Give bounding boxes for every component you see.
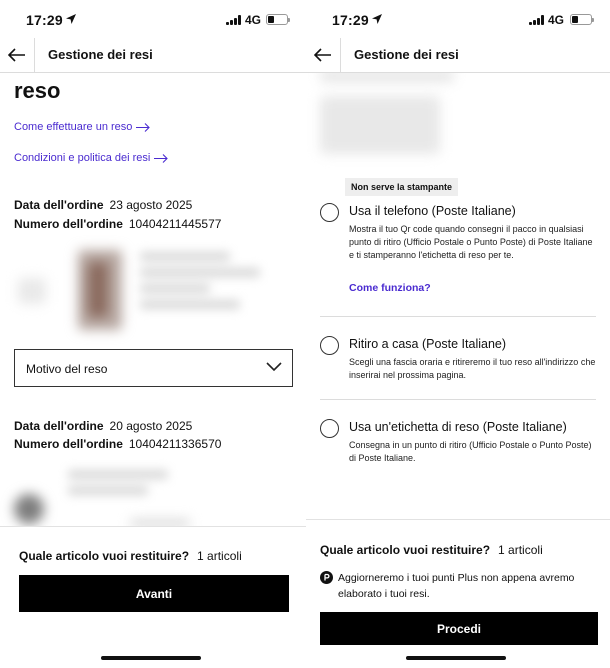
arrow-right-icon: [154, 153, 169, 163]
proceed-button[interactable]: Procedi: [320, 612, 598, 645]
section-heading: reso: [14, 78, 61, 103]
return-reason-value: Motivo del reso: [26, 362, 108, 376]
order-date-label: Data dell'ordine: [14, 419, 104, 433]
no-printer-badge: Non serve la stampante: [345, 178, 459, 196]
home-indicator: [101, 656, 201, 660]
location-arrow-icon: [66, 14, 76, 24]
page-title: Gestione dei resi: [48, 47, 153, 62]
return-policy-link-label: Condizioni e politica dei resi: [14, 152, 151, 164]
order-number-value: 10404211445577: [128, 217, 222, 231]
items-summary: Quale articolo vuoi restituire? 1 articol…: [19, 549, 242, 563]
radio-button[interactable]: [320, 203, 339, 222]
order-date-value: 20 agosto 2025: [109, 419, 193, 433]
return-policy-link[interactable]: Condizioni e politica dei resi: [14, 152, 169, 164]
order-number-label: Numero dell'ordine: [14, 437, 123, 451]
order-number-row: Numero dell'ordine 10404211336570: [14, 437, 221, 451]
bottom-sheet: Quale articolo vuoi restituire? 1 articol…: [306, 519, 610, 668]
product-details-blurred: [68, 470, 178, 502]
order-date-row: Data dell'ordine 20 agosto 2025: [14, 419, 192, 433]
how-to-return-link-label: Come effettuare un reso: [14, 121, 133, 133]
order-number-label: Numero dell'ordine: [14, 217, 123, 231]
option-title: Usa un'etichetta di reso (Poste Italiane…: [349, 420, 567, 434]
option-description: Scegli una fascia oraria e ritireremo il…: [349, 357, 596, 380]
page-title: Gestione dei resi: [354, 47, 459, 62]
divider: [320, 316, 596, 317]
option-description: Consegna in un punto di ritiro (Ufficio …: [349, 440, 592, 463]
back-button[interactable]: [306, 38, 341, 72]
order-date-label: Data dell'ordine: [14, 198, 104, 212]
next-button[interactable]: Avanti: [19, 575, 289, 612]
back-arrow-icon: [8, 48, 25, 62]
order-number-row: Numero dell'ordine 10404211445577: [14, 217, 221, 231]
items-question: Quale articolo vuoi restituire?: [320, 543, 491, 557]
items-count: 1 articoli: [197, 549, 242, 563]
order-number-value: 10404211336570: [128, 437, 222, 451]
return-option-home-pickup[interactable]: Ritiro a casa (Poste Italiane) Scegli un…: [320, 336, 596, 384]
divider: [320, 399, 596, 400]
product-image: [14, 494, 44, 524]
signal-icon: [226, 15, 241, 25]
option-description: Mostra il tuo Qr code quando consegni il…: [349, 224, 593, 260]
return-option-label[interactable]: Usa un'etichetta di reso (Poste Italiane…: [320, 419, 596, 467]
battery-icon: [570, 14, 594, 25]
battery-icon: [266, 14, 290, 25]
status-bar: 17:29 4G: [306, 0, 610, 40]
back-button[interactable]: [0, 38, 35, 72]
how-to-return-link[interactable]: Come effettuare un reso: [14, 121, 151, 133]
product-image-detail: [88, 262, 108, 317]
radio-button[interactable]: [320, 336, 339, 355]
order-date-value: 23 agosto 2025: [109, 198, 193, 212]
items-summary: Quale articolo vuoi restituire? 1 articol…: [320, 543, 543, 557]
how-it-works-link[interactable]: Come funziona?: [349, 282, 431, 294]
product-details-blurred: [140, 252, 270, 316]
return-reason-select[interactable]: Motivo del reso: [14, 349, 293, 387]
network-label: 4G: [548, 13, 565, 27]
status-time: 17:29: [26, 12, 63, 28]
right-screen: 17:29 4G Gestione dei resi Non serve la …: [306, 0, 610, 668]
header-bar: Gestione dei resi: [0, 38, 306, 73]
items-question: Quale articolo vuoi restituire?: [19, 549, 190, 563]
bottom-sheet: Quale articolo vuoi restituire? 1 articol…: [0, 526, 306, 668]
header-bar: Gestione dei resi: [306, 38, 610, 73]
blurred-image: [320, 96, 440, 154]
status-bar: 17:29 4G: [0, 0, 306, 40]
signal-icon: [529, 15, 544, 25]
option-title: Ritiro a casa (Poste Italiane): [349, 337, 507, 351]
location-arrow-icon: [372, 14, 382, 24]
items-count: 1 articoli: [498, 543, 543, 557]
plus-points-note: Aggiorneremo i tuoi punti Plus non appen…: [338, 572, 575, 600]
plus-points-icon: [320, 571, 333, 584]
arrow-right-icon: [136, 122, 151, 132]
order-date-row: Data dell'ordine 23 agosto 2025: [14, 198, 192, 212]
left-screen: 17:29 4G Gestione dei resi reso Come eff…: [0, 0, 306, 668]
return-option-phone[interactable]: Usa il telefono (Poste Italiane) Mostra …: [320, 203, 596, 298]
option-title: Usa il telefono (Poste Italiane): [349, 204, 516, 218]
home-indicator: [406, 656, 506, 660]
back-arrow-icon: [314, 48, 331, 62]
chevron-down-icon: [266, 362, 282, 372]
radio-button[interactable]: [320, 419, 339, 438]
product-image-placeholder: [18, 278, 46, 304]
status-time: 17:29: [332, 12, 369, 28]
network-label: 4G: [245, 13, 262, 27]
